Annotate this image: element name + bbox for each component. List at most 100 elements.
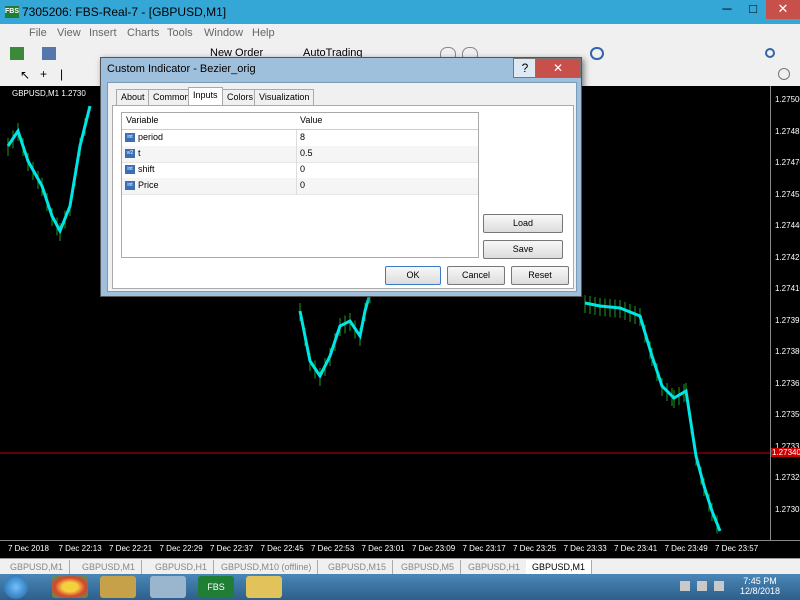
- window-title: 7305206: FBS-Real-7 - [GBPUSD,M1]: [22, 5, 227, 19]
- time-tick-label: 7 Dec 23:57: [715, 544, 759, 553]
- time-tick-label: 7 Dec 22:21: [109, 544, 153, 553]
- vertical-line-icon[interactable]: |: [60, 67, 63, 81]
- time-tick-label: 7 Dec 22:53: [311, 544, 355, 553]
- dialog-close-button[interactable]: ✕: [535, 58, 581, 78]
- column-divider: [296, 162, 297, 178]
- time-tick-label: 7 Dec 23:33: [563, 544, 607, 553]
- double-type-icon: v/2: [125, 149, 135, 158]
- bezier-indicator-line: [298, 285, 374, 379]
- price-tick-label: 1.27410: [775, 284, 800, 293]
- time-tick-label: 7 Dec 23:17: [462, 544, 506, 553]
- table-row[interactable]: int shift 0: [122, 162, 478, 179]
- column-header-value: Value: [300, 115, 323, 125]
- new-chart-icon[interactable]: [10, 47, 24, 60]
- crosshair-icon[interactable]: +: [40, 67, 47, 81]
- price-axis: [770, 86, 800, 540]
- price-tick-label: 1.27305: [775, 504, 800, 514]
- clock-time: 7:45 PM: [743, 576, 777, 586]
- price-tick-label: 1.27485: [775, 126, 800, 136]
- inputs-table: Variable Value int period 8 v/2 t 0.5 in…: [121, 112, 479, 258]
- help-button[interactable]: ?: [513, 58, 537, 78]
- chart-tab[interactable]: GBPUSD,M15: [322, 560, 394, 574]
- int-type-icon: int: [125, 165, 135, 174]
- cancel-button[interactable]: Cancel: [447, 266, 505, 285]
- tab-inputs[interactable]: Inputs: [188, 87, 223, 106]
- time-tick-label: 7 Dec 22:13: [58, 544, 102, 553]
- variable-name: shift: [138, 164, 155, 174]
- table-row[interactable]: int period 8: [122, 130, 478, 147]
- time-tick-label: 7 Dec 23:01: [361, 544, 405, 553]
- menu-view[interactable]: View: [57, 27, 81, 39]
- start-button-icon[interactable]: [4, 575, 28, 599]
- table-header: Variable Value: [122, 113, 478, 130]
- chart-tab[interactable]: GBPUSD,M10 (offline): [215, 560, 319, 574]
- time-tick-label: 7 Dec 22:29: [159, 544, 203, 553]
- time-tick-label: 7 Dec 23:25: [513, 544, 557, 553]
- chart-tab[interactable]: GBPUSD,M1: [4, 560, 71, 574]
- column-divider: [296, 178, 297, 194]
- inputs-panel: Variable Value int period 8 v/2 t 0.5 in…: [112, 105, 574, 289]
- chart-tab[interactable]: GBPUSD,H1: [462, 560, 528, 574]
- periods-icon[interactable]: [590, 47, 604, 60]
- variable-value[interactable]: 0: [300, 164, 305, 174]
- close-window-button[interactable]: ✕: [766, 0, 800, 19]
- table-row[interactable]: v/2 t 0.5: [122, 146, 478, 163]
- reset-button[interactable]: Reset: [511, 266, 569, 285]
- column-header-variable: Variable: [126, 115, 159, 125]
- variable-name: t: [138, 148, 141, 158]
- flag-icon[interactable]: [680, 581, 690, 591]
- variable-name: Price: [138, 180, 159, 190]
- current-price-label: 1.27340: [771, 448, 800, 457]
- chart-tab[interactable]: GBPUSD,H1: [149, 560, 215, 574]
- column-divider: [296, 146, 297, 162]
- tab-colors[interactable]: Colors: [222, 89, 259, 105]
- price-tick-label: 1.27320: [775, 473, 800, 482]
- variable-value[interactable]: 0: [300, 180, 305, 190]
- price-tick-label: 1.27365: [775, 378, 800, 388]
- column-divider: [296, 130, 297, 146]
- bezier-indicator-line: [584, 301, 722, 532]
- explorer-icon[interactable]: [150, 576, 186, 598]
- price-tick-label: 1.27500: [775, 95, 800, 104]
- table-row[interactable]: int Price 0: [122, 178, 478, 195]
- menu-charts[interactable]: Charts: [127, 27, 159, 39]
- menu-tools[interactable]: Tools: [167, 27, 193, 39]
- profiles-icon[interactable]: [42, 47, 56, 60]
- folder-icon[interactable]: [246, 576, 282, 598]
- fbs-taskbar-icon[interactable]: FBS: [198, 576, 234, 598]
- int-type-icon: int: [125, 133, 135, 142]
- app-icon[interactable]: [100, 576, 136, 598]
- minimize-button[interactable]: ─: [714, 0, 740, 19]
- chart-tab[interactable]: GBPUSD,M1: [76, 560, 143, 574]
- chart-tab-active[interactable]: GBPUSD,M1: [526, 560, 593, 574]
- windows-taskbar: FBS 7:45 PM 12/8/2018: [0, 574, 800, 600]
- time-tick-label: 7 Dec 23:49: [664, 544, 708, 553]
- price-tick-label: 1.27470: [775, 158, 800, 167]
- load-button[interactable]: Load: [483, 214, 563, 233]
- variable-value[interactable]: 0.5: [300, 148, 313, 158]
- menu-help[interactable]: Help: [252, 27, 275, 39]
- network-icon[interactable]: [697, 581, 707, 591]
- system-clock[interactable]: 7:45 PM 12/8/2018: [740, 576, 780, 596]
- variable-value[interactable]: 8: [300, 132, 305, 142]
- menu-window[interactable]: Window: [204, 27, 243, 39]
- clock-date: 12/8/2018: [739, 586, 780, 596]
- search-icon[interactable]: [765, 48, 775, 58]
- tab-about[interactable]: About: [116, 89, 150, 105]
- save-button[interactable]: Save: [483, 240, 563, 259]
- chart-tabs-bar: GBPUSD,M1 GBPUSD,M1 GBPUSD,H1 GBPUSD,M10…: [0, 558, 800, 575]
- time-tick-label: 7 Dec 22:37: [210, 544, 254, 553]
- chart-tab[interactable]: GBPUSD,M5: [395, 560, 462, 574]
- tab-visualization[interactable]: Visualization: [254, 89, 315, 105]
- cursor-icon[interactable]: ↖: [20, 68, 30, 82]
- time-tick-label: 7 Dec 22:45: [260, 544, 304, 553]
- fbs-logo-icon: FBS: [5, 6, 19, 18]
- maximize-button[interactable]: □: [740, 0, 766, 19]
- price-tick-label: 1.27425: [775, 252, 800, 262]
- chat-icon[interactable]: [778, 68, 790, 80]
- chrome-icon[interactable]: [52, 576, 88, 598]
- ok-button[interactable]: OK: [385, 266, 441, 285]
- menu-insert[interactable]: Insert: [89, 27, 117, 39]
- volume-icon[interactable]: [714, 581, 724, 591]
- menu-file[interactable]: File: [29, 27, 47, 39]
